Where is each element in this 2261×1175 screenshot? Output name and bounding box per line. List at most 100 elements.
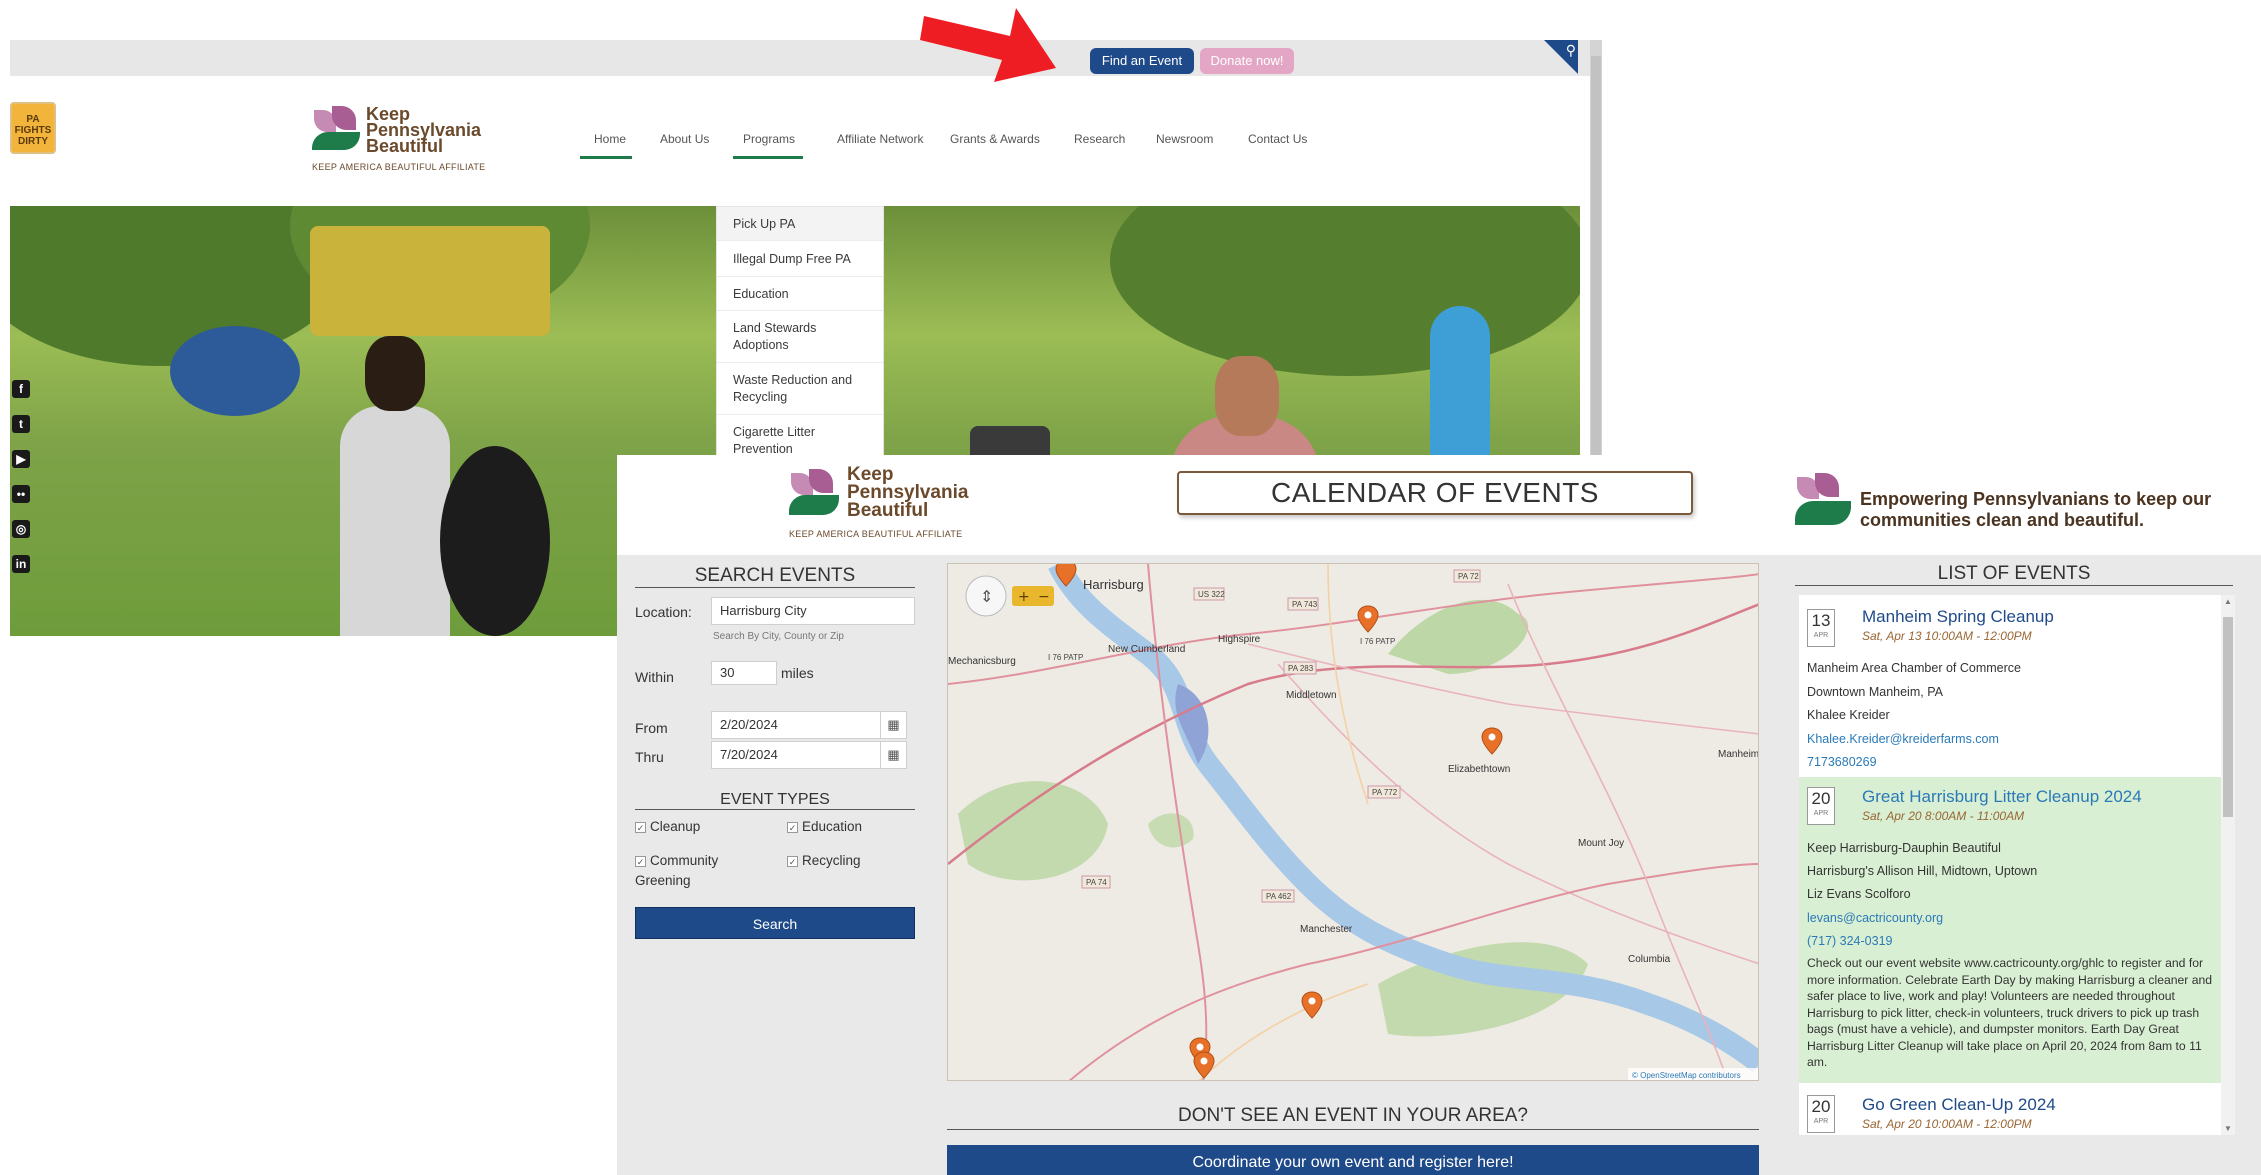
event-phone-link[interactable]: 7173680269 bbox=[1807, 755, 1877, 769]
event-time: Sat, Apr 20 10:00AM - 12:00PM bbox=[1862, 1117, 2032, 1131]
from-date-input[interactable]: 2/20/2024 ▦ bbox=[711, 711, 907, 739]
event-title[interactable]: Go Green Clean-Up 2024 bbox=[1862, 1095, 2056, 1115]
type-recycling-label: Recycling bbox=[802, 853, 861, 868]
pa-fights-dirty-logo[interactable]: PA FIGHTS DIRTY bbox=[10, 102, 56, 154]
menu-education[interactable]: Education bbox=[717, 277, 883, 311]
type-cleanup-label: Cleanup bbox=[650, 819, 701, 834]
linkedin-icon[interactable]: in bbox=[12, 555, 30, 573]
event-email-link[interactable]: Khalee.Kreider@kreiderfarms.com bbox=[1807, 732, 1999, 746]
search-button[interactable]: Search bbox=[635, 907, 915, 939]
kpb-logo[interactable]: Keep Pennsylvania Beautiful KEEP AMERICA… bbox=[785, 465, 995, 545]
dont-see-heading: DON'T SEE AN EVENT IN YOUR AREA? bbox=[947, 1105, 1759, 1130]
event-title[interactable]: Great Harrisburg Litter Cleanup 2024 bbox=[1862, 787, 2142, 807]
search-icon[interactable]: ⚲ bbox=[1566, 42, 1576, 59]
miles-label: miles bbox=[781, 665, 814, 681]
map-road-pa283: PA 283 bbox=[1288, 664, 1314, 673]
calendar-window: Keep Pennsylvania Beautiful KEEP AMERICA… bbox=[617, 455, 2261, 1175]
map-label-new-cumberland: New Cumberland bbox=[1108, 644, 1185, 655]
event-types-heading: EVENT TYPES bbox=[635, 791, 915, 810]
event-email-link[interactable]: levans@cactricounty.org bbox=[1807, 911, 1943, 925]
map-label-elizabethtown: Elizabethtown bbox=[1448, 764, 1510, 775]
menu-pick-up-pa[interactable]: Pick Up PA bbox=[717, 207, 883, 241]
map-canvas[interactable]: Harrisburg New Cumberland Highspire Midd… bbox=[948, 564, 1759, 1081]
map-road-i76-west: I 76 PATP bbox=[1048, 653, 1083, 662]
instagram-icon[interactable]: ◎ bbox=[12, 520, 30, 538]
event-day: 13 bbox=[1811, 611, 1831, 630]
within-label: Within bbox=[635, 669, 674, 685]
youtube-icon[interactable]: ▶ bbox=[12, 450, 30, 468]
donate-button[interactable]: Donate now! bbox=[1200, 48, 1294, 74]
menu-waste-reduction[interactable]: Waste Reduction and Recycling bbox=[717, 363, 883, 415]
type-community-greening-checkbox[interactable]: ✓ Community Greening bbox=[635, 851, 755, 891]
map-road-pa743: PA 743 bbox=[1292, 600, 1318, 609]
map-label-columbia: Columbia bbox=[1628, 954, 1671, 965]
event-date-badge: 20 APR bbox=[1807, 787, 1835, 825]
nav-contact-us[interactable]: Contact Us bbox=[1248, 132, 1307, 146]
calendar-icon[interactable]: ▦ bbox=[880, 742, 906, 768]
events-list: 13 APR Manheim Spring Cleanup Sat, Apr 1… bbox=[1799, 595, 2223, 1135]
nav-home[interactable]: Home bbox=[594, 132, 626, 146]
coordinate-event-button[interactable]: Coordinate your own event and register h… bbox=[947, 1145, 1759, 1175]
nav-newsroom[interactable]: Newsroom bbox=[1156, 132, 1213, 146]
event-time: Sat, Apr 20 8:00AM - 11:00AM bbox=[1862, 809, 2025, 823]
event-description: Check out our event website www.cactrico… bbox=[1807, 956, 2213, 1069]
logo-leaf-green bbox=[312, 132, 360, 150]
event-item[interactable]: 20 APR Great Harrisburg Litter Cleanup 2… bbox=[1799, 777, 2223, 1083]
kpb-mark bbox=[1795, 473, 1851, 533]
programs-dropdown: Pick Up PA Illegal Dump Free PA Educatio… bbox=[716, 206, 884, 486]
event-month: APR bbox=[1813, 632, 1829, 639]
location-label: Location: bbox=[635, 604, 692, 620]
kpb-logo[interactable]: Keep Pennsylvania Beautiful KEEP AMERICA… bbox=[310, 104, 520, 178]
zoom-out-icon[interactable]: − bbox=[1038, 589, 1050, 605]
type-cleanup-checkbox[interactable]: ✓ Cleanup bbox=[635, 817, 700, 837]
map-label-highspire: Highspire bbox=[1218, 634, 1261, 645]
calendar-header: Keep Pennsylvania Beautiful KEEP AMERICA… bbox=[617, 455, 2261, 555]
calendar-icon[interactable]: ▦ bbox=[880, 712, 906, 738]
list-heading: LIST OF EVENTS bbox=[1795, 563, 2233, 586]
thru-label: Thru bbox=[635, 749, 664, 765]
event-day: 20 bbox=[1811, 1097, 1831, 1116]
scrollbar-thumb[interactable] bbox=[2223, 617, 2233, 817]
scroll-up-icon[interactable]: ▲ bbox=[2224, 597, 2232, 606]
volunteer-person bbox=[340, 406, 450, 636]
twitter-icon[interactable]: t bbox=[12, 415, 30, 433]
map-attribution[interactable]: © OpenStreetMap contributors bbox=[1632, 1071, 1741, 1080]
event-phone-link[interactable]: (717) 324-0319 bbox=[1807, 934, 1892, 948]
event-title[interactable]: Manheim Spring Cleanup bbox=[1862, 607, 2054, 627]
search-panel: SEARCH EVENTS Location: Harrisburg City … bbox=[617, 555, 937, 1075]
nav-affiliate-network[interactable]: Affiliate Network bbox=[837, 132, 923, 146]
flickr-icon[interactable]: •• bbox=[12, 485, 30, 503]
zoom-in-icon[interactable]: + bbox=[1018, 589, 1030, 605]
location-input[interactable]: Harrisburg City bbox=[711, 597, 915, 625]
type-education-checkbox[interactable]: ✓ Education bbox=[787, 817, 862, 837]
nav-programs[interactable]: Programs bbox=[743, 132, 795, 146]
event-item[interactable]: 13 APR Manheim Spring Cleanup Sat, Apr 1… bbox=[1799, 595, 2223, 777]
nav-grants-awards[interactable]: Grants & Awards bbox=[950, 132, 1040, 146]
map-road-pa772: PA 772 bbox=[1372, 788, 1398, 797]
map-label-manheim: Manheim bbox=[1718, 749, 1759, 760]
facebook-icon[interactable]: f bbox=[12, 380, 30, 398]
find-event-button[interactable]: Find an Event bbox=[1090, 48, 1194, 74]
nav-about-us[interactable]: About Us bbox=[660, 132, 709, 146]
from-label: From bbox=[635, 720, 668, 736]
nav-research[interactable]: Research bbox=[1074, 132, 1125, 146]
nav-active-indicator bbox=[580, 156, 632, 159]
event-contact: Liz Evans Scolforo bbox=[1807, 887, 1911, 901]
page-title: CALENDAR OF EVENTS bbox=[1177, 471, 1693, 515]
event-item[interactable]: 20 APR Go Green Clean-Up 2024 Sat, Apr 2… bbox=[1799, 1083, 2223, 1135]
map-road-pa462: PA 462 bbox=[1266, 892, 1292, 901]
logo-line3: Beautiful bbox=[366, 136, 444, 156]
thru-date-input[interactable]: 7/20/2024 ▦ bbox=[711, 741, 907, 769]
type-recycling-checkbox[interactable]: ✓ Recycling bbox=[787, 851, 861, 871]
logo-line3: Beautiful bbox=[847, 500, 929, 521]
menu-land-stewards[interactable]: Land Stewards Adoptions bbox=[717, 311, 883, 363]
map-road-us322: US 322 bbox=[1198, 590, 1225, 599]
menu-illegal-dump-free-pa[interactable]: Illegal Dump Free PA bbox=[717, 241, 883, 277]
event-date-badge: 20 APR bbox=[1807, 1095, 1835, 1133]
within-input[interactable]: 30 bbox=[711, 661, 777, 685]
scroll-down-icon[interactable]: ▼ bbox=[2224, 1124, 2232, 1133]
event-contact: Khalee Kreider bbox=[1807, 708, 1890, 722]
event-month: APR bbox=[1813, 1118, 1829, 1125]
events-list-scrollbar[interactable]: ▲ ▼ bbox=[2221, 595, 2235, 1135]
events-map[interactable]: Harrisburg New Cumberland Highspire Midd… bbox=[947, 563, 1759, 1081]
